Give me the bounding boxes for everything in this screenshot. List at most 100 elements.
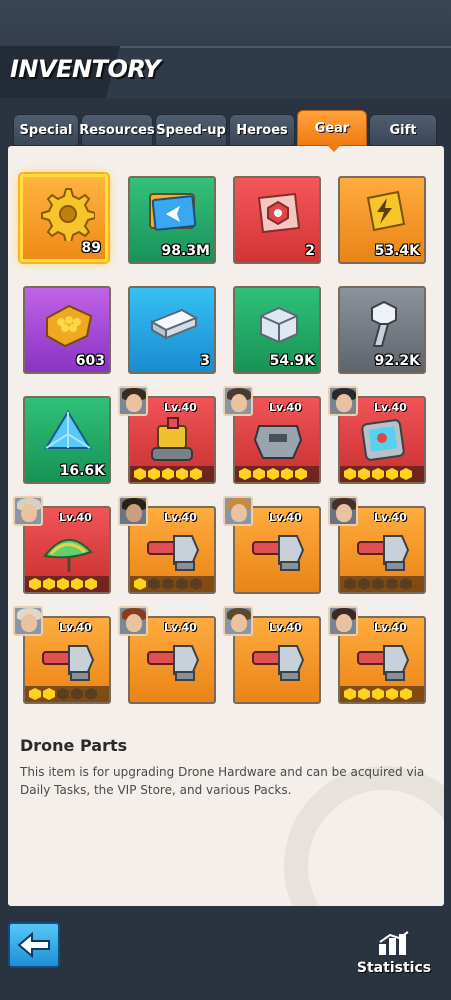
star-empty-icon bbox=[176, 578, 188, 590]
hero-portrait bbox=[118, 496, 148, 526]
star-empty-icon bbox=[148, 578, 160, 590]
rainbow-leaf-icon bbox=[39, 522, 97, 580]
tab-special[interactable]: Special bbox=[13, 114, 79, 146]
star-filled-icon bbox=[372, 468, 384, 480]
star-empty-icon bbox=[344, 578, 356, 590]
turret-icon bbox=[144, 632, 202, 690]
hero-portrait bbox=[328, 606, 358, 636]
description-body: This item is for upgrading Drone Hardwar… bbox=[20, 765, 425, 797]
item-tile-power-battery[interactable]: 53.4K bbox=[338, 176, 426, 264]
item-count: 53.4K bbox=[374, 243, 420, 259]
tab-resources[interactable]: Resources bbox=[79, 114, 155, 146]
turret-icon bbox=[249, 632, 307, 690]
turret-icon bbox=[354, 632, 412, 690]
star-empty-icon bbox=[162, 578, 174, 590]
star-filled-icon bbox=[267, 468, 279, 480]
item-grid: 89 98.3M 2 53.4K 603 3 54.9K 92.2K 16.6K… bbox=[8, 146, 444, 716]
hero-portrait bbox=[13, 496, 43, 526]
star-filled-icon bbox=[253, 468, 265, 480]
star-filled-icon bbox=[148, 468, 160, 480]
star-filled-icon bbox=[57, 578, 69, 590]
star-rating bbox=[340, 576, 424, 592]
back-arrow-icon bbox=[17, 932, 50, 958]
star-filled-icon bbox=[176, 468, 188, 480]
item-count: 54.9K bbox=[269, 353, 315, 369]
star-empty-icon bbox=[372, 578, 384, 590]
tab-bar: Special Resources Speed-up Heroes Gear G… bbox=[13, 110, 438, 146]
item-tile-honeycomb-alloy[interactable]: 603 bbox=[23, 286, 111, 374]
star-rating bbox=[25, 576, 109, 592]
star-filled-icon bbox=[400, 688, 412, 700]
armor-plate-icon bbox=[249, 412, 307, 470]
star-rating bbox=[235, 466, 319, 482]
power-battery-icon bbox=[354, 184, 412, 242]
tab-gear[interactable]: Gear bbox=[297, 110, 367, 146]
star-filled-icon bbox=[281, 468, 293, 480]
star-filled-icon bbox=[358, 688, 370, 700]
page-title: INVENTORY bbox=[10, 55, 161, 83]
tab-heroes[interactable]: Heroes bbox=[229, 114, 295, 146]
item-tile-gear-cog[interactable]: 89 bbox=[20, 174, 108, 262]
star-rating bbox=[130, 576, 214, 592]
back-button[interactable] bbox=[8, 922, 60, 968]
titanium-block-icon bbox=[249, 294, 307, 352]
star-filled-icon bbox=[344, 688, 356, 700]
inventory-panel: 89 98.3M 2 53.4K 603 3 54.9K 92.2K 16.6K… bbox=[8, 146, 444, 906]
star-rating bbox=[25, 686, 109, 702]
turret-icon bbox=[39, 632, 97, 690]
star-empty-icon bbox=[57, 688, 69, 700]
gear-cog-icon bbox=[37, 183, 95, 241]
bolt-screw-icon bbox=[354, 294, 412, 352]
star-filled-icon bbox=[386, 688, 398, 700]
tab-gift[interactable]: Gift bbox=[369, 114, 437, 146]
statistics-button[interactable]: Statistics bbox=[346, 930, 442, 990]
turret-icon bbox=[249, 522, 307, 580]
star-filled-icon bbox=[29, 688, 41, 700]
item-count: 89 bbox=[81, 240, 101, 256]
honeycomb-alloy-icon bbox=[39, 294, 97, 352]
header: INVENTORY bbox=[0, 0, 451, 100]
star-empty-icon bbox=[190, 578, 202, 590]
item-count: 2 bbox=[305, 243, 315, 259]
description-title: Drone Parts bbox=[20, 736, 128, 755]
item-tile-steel-ingot[interactable]: 3 bbox=[128, 286, 216, 374]
tab-speed-up[interactable]: Speed-up bbox=[155, 114, 227, 146]
star-filled-icon bbox=[43, 578, 55, 590]
star-filled-icon bbox=[344, 468, 356, 480]
turret-icon bbox=[354, 522, 412, 580]
star-filled-icon bbox=[162, 468, 174, 480]
blueprint-icon bbox=[144, 184, 202, 242]
hero-portrait bbox=[223, 386, 253, 416]
item-tile-bolt-screw[interactable]: 92.2K bbox=[338, 286, 426, 374]
hero-portrait bbox=[118, 386, 148, 416]
star-filled-icon bbox=[239, 468, 251, 480]
star-empty-icon bbox=[386, 578, 398, 590]
item-tile-titanium-block[interactable]: 54.9K bbox=[233, 286, 321, 374]
star-filled-icon bbox=[134, 468, 146, 480]
hero-portrait bbox=[223, 606, 253, 636]
hero-portrait bbox=[13, 606, 43, 636]
item-tile-blue-crystal[interactable]: 16.6K bbox=[23, 396, 111, 484]
scanner-tablet-icon bbox=[354, 412, 412, 470]
star-filled-icon bbox=[71, 578, 83, 590]
statistics-label: Statistics bbox=[356, 960, 432, 976]
star-filled-icon bbox=[358, 468, 370, 480]
item-tile-red-chip[interactable]: 2 bbox=[233, 176, 321, 264]
star-filled-icon bbox=[372, 688, 384, 700]
turret-icon bbox=[144, 522, 202, 580]
star-filled-icon bbox=[43, 688, 55, 700]
red-chip-icon bbox=[249, 184, 307, 242]
star-empty-icon bbox=[85, 688, 97, 700]
item-count: 16.6K bbox=[59, 463, 105, 479]
star-rating bbox=[340, 466, 424, 482]
star-empty-icon bbox=[71, 688, 83, 700]
steel-ingot-icon bbox=[144, 294, 202, 352]
hero-portrait bbox=[328, 496, 358, 526]
item-count: 603 bbox=[75, 353, 105, 369]
hero-portrait bbox=[328, 386, 358, 416]
item-tile-blueprint[interactable]: 98.3M bbox=[128, 176, 216, 264]
star-filled-icon bbox=[85, 578, 97, 590]
star-empty-icon bbox=[358, 578, 370, 590]
hero-portrait bbox=[118, 606, 148, 636]
star-empty-icon bbox=[400, 578, 412, 590]
